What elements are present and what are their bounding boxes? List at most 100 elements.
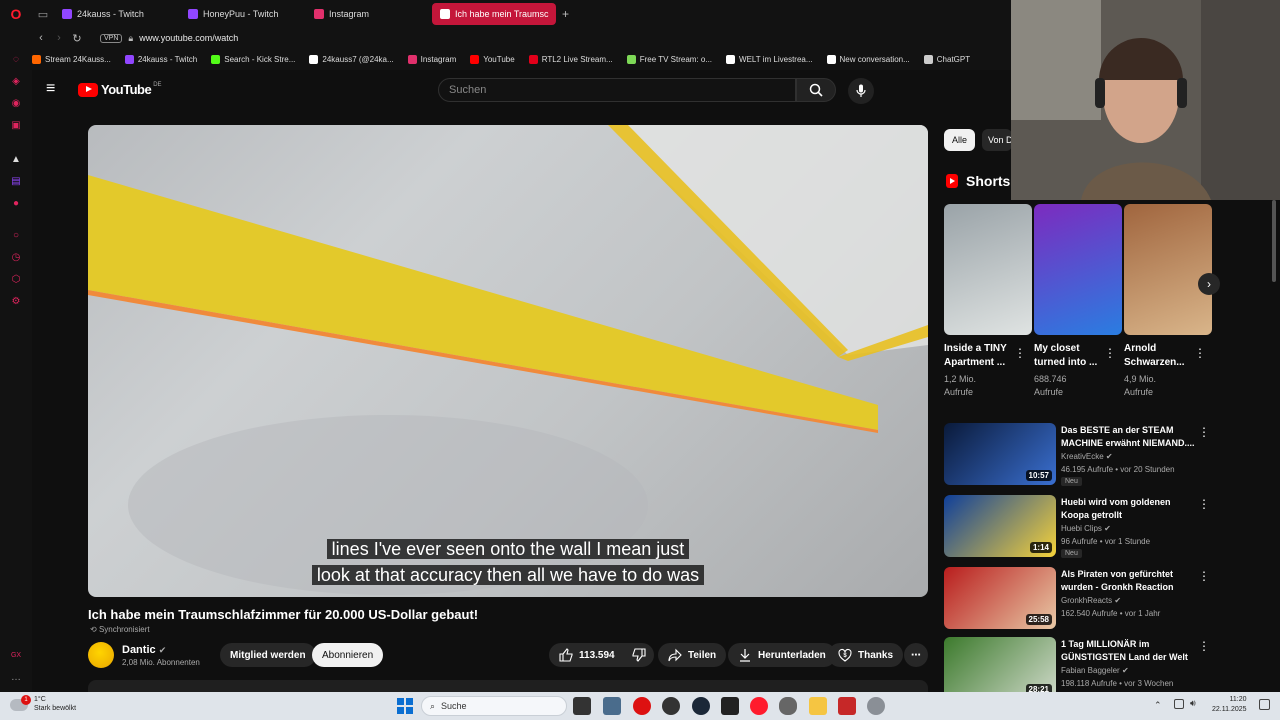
- join-member-button[interactable]: Mitglied werden: [220, 643, 316, 667]
- video-title: Ich habe mein Traumschlafzimmer für 20.0…: [88, 607, 479, 622]
- twitch-sidebar-icon[interactable]: ▤: [10, 176, 22, 188]
- player-icon[interactable]: ○: [10, 230, 22, 242]
- aria-icon[interactable]: ◌: [10, 54, 22, 66]
- bookmark-item[interactable]: Instagram: [407, 54, 456, 64]
- tab-24kauss-twitch[interactable]: 24kauss - Twitch: [54, 3, 178, 25]
- new-tab-icon[interactable]: +: [562, 7, 569, 21]
- settings-icon[interactable]: ⚙: [10, 296, 22, 308]
- recommended-video[interactable]: 1:14 Huebi wird vom goldenen Koopa getrol…: [944, 495, 1214, 558]
- start-button[interactable]: [397, 698, 413, 714]
- notification-center-icon[interactable]: [1259, 699, 1270, 710]
- lock-icon[interactable]: 🔒︎: [128, 33, 133, 44]
- reload-icon[interactable]: ↻: [68, 32, 86, 45]
- kick-icon[interactable]: ▲: [10, 154, 22, 166]
- subscribe-button[interactable]: Abonnieren: [312, 643, 384, 667]
- forward-icon[interactable]: ›: [50, 32, 68, 44]
- steam-icon[interactable]: [692, 697, 710, 715]
- mouse-app-icon[interactable]: [779, 697, 797, 715]
- voice-search-button[interactable]: [848, 78, 874, 104]
- video-title[interactable]: Huebi wird vom goldenen Koopa getrollt: [1061, 496, 1196, 522]
- url-field[interactable]: www.youtube.com/watch: [139, 33, 238, 43]
- extensions-icon[interactable]: ⬡: [10, 274, 22, 286]
- description-box[interactable]: [88, 680, 928, 692]
- tab-youtube-active[interactable]: Ich habe mein Traumsc: [432, 3, 556, 25]
- bookmark-item[interactable]: 24kauss7 (@24ka...: [309, 54, 394, 64]
- system-clock[interactable]: 11:20 22.11.2025: [1212, 695, 1247, 715]
- short-item[interactable]: My closet turned into ... 688.746 Aufrufe…: [1034, 204, 1122, 399]
- bookmark-item[interactable]: 24kauss - Twitch: [124, 54, 197, 64]
- more-actions-button[interactable]: ⋯: [904, 643, 928, 667]
- recommended-video[interactable]: 10:57 Das BESTE an der STEAM MACHINE erwä…: [944, 423, 1214, 486]
- video-menu-icon[interactable]: ⋮: [1198, 497, 1210, 511]
- bookmark-item[interactable]: New conversation...: [826, 54, 910, 64]
- history-icon[interactable]: ◷: [10, 252, 22, 264]
- search-button[interactable]: [796, 78, 836, 102]
- opera-logo-icon[interactable]: O: [0, 0, 32, 28]
- taskbar-search[interactable]: ⌕ Suche: [421, 696, 567, 716]
- short-item[interactable]: Inside a TINY Apartment ... 1,2 Mio. Aufr…: [944, 204, 1032, 399]
- network-icon[interactable]: [1174, 699, 1184, 709]
- hamburger-menu-icon[interactable]: ≡: [46, 81, 62, 97]
- short-thumbnail[interactable]: [944, 204, 1032, 335]
- page-scrollbar[interactable]: [1272, 200, 1276, 282]
- channel-name[interactable]: Dantic ✔: [122, 644, 166, 656]
- m-icon[interactable]: ▣: [10, 120, 22, 132]
- weather-widget[interactable]: 1 1°C Stark bewölkt: [8, 695, 76, 713]
- gx-icon[interactable]: GX: [10, 650, 22, 662]
- video-player[interactable]: lines I've ever seen onto the wall I mea…: [88, 125, 928, 597]
- messenger-icon[interactable]: ◉: [10, 98, 22, 110]
- task-view-icon[interactable]: [573, 697, 591, 715]
- tab-honeypuu-twitch[interactable]: HoneyPuu - Twitch: [180, 3, 304, 25]
- bookmark-item[interactable]: YouTube: [470, 54, 515, 64]
- short-thumbnail[interactable]: [1034, 204, 1122, 335]
- calculator-icon[interactable]: [603, 697, 621, 715]
- short-menu-icon[interactable]: ⋮: [1104, 346, 1116, 360]
- short-menu-icon[interactable]: ⋮: [1014, 346, 1026, 360]
- tab-instagram[interactable]: Instagram: [306, 3, 430, 25]
- search-input[interactable]: [449, 84, 795, 96]
- short-menu-icon[interactable]: ⋮: [1194, 346, 1206, 360]
- bookmark-item[interactable]: ChatGPT: [923, 54, 970, 64]
- sidebar-app-icon[interactable]: ●: [10, 198, 22, 210]
- chip-from-channel[interactable]: Von Dantic: [982, 129, 1012, 151]
- short-item[interactable]: Arnold Schwarzen... 4,9 Mio. Aufrufe ⋮: [1124, 204, 1212, 399]
- vpn-badge[interactable]: VPN: [100, 33, 123, 43]
- video-menu-icon[interactable]: ⋮: [1198, 425, 1210, 439]
- youtube-logo[interactable]: YouTube DE: [78, 82, 162, 97]
- settings-app-icon[interactable]: [867, 697, 885, 715]
- video-menu-icon[interactable]: ⋮: [1198, 639, 1210, 653]
- chip-all[interactable]: Alle: [944, 129, 976, 151]
- streamlabs-icon[interactable]: [838, 697, 856, 715]
- share-button[interactable]: Teilen: [658, 643, 727, 667]
- like-button[interactable]: 113.594: [549, 643, 629, 667]
- video-title[interactable]: Das BESTE an der STEAM MACHINE erwähnt N…: [1061, 424, 1196, 450]
- bookmark-item[interactable]: RTL2 Live Stream...: [528, 54, 613, 64]
- video-menu-icon[interactable]: ⋮: [1198, 569, 1210, 583]
- epic-games-icon[interactable]: [721, 697, 739, 715]
- video-title[interactable]: Als Piraten von gefürchtet wurden - Gron…: [1061, 568, 1196, 594]
- shorts-next-button[interactable]: ›: [1198, 273, 1220, 295]
- volume-icon[interactable]: 🔊︎: [1190, 698, 1196, 709]
- dislike-button[interactable]: [624, 643, 654, 667]
- recommended-video[interactable]: 28:21 1 Tag MILLIONÄR im GÜNSTIGSTEN Land…: [944, 637, 1214, 699]
- bookmark-item[interactable]: WELT im Livestrea...: [726, 54, 813, 64]
- channel-avatar[interactable]: [88, 642, 114, 668]
- bookmark-item[interactable]: Search - Kick Stre...: [211, 54, 295, 64]
- opera-icon[interactable]: [750, 697, 768, 715]
- bookmark-item[interactable]: Free TV Stream: o...: [626, 54, 712, 64]
- tray-chevron-icon[interactable]: ⌃: [1154, 700, 1162, 711]
- tab-overview-icon[interactable]: ▭: [32, 0, 54, 28]
- opera-gx-icon[interactable]: [633, 697, 651, 715]
- bookmark-item[interactable]: Stream 24Kauss...: [32, 54, 111, 64]
- more-icon[interactable]: …: [10, 672, 22, 684]
- video-title[interactable]: 1 Tag MILLIONÄR im GÜNSTIGSTEN Land der …: [1061, 638, 1196, 664]
- file-explorer-icon[interactable]: [809, 697, 827, 715]
- thanks-button[interactable]: $ Thanks: [828, 643, 904, 667]
- ai-icon[interactable]: ◈: [10, 76, 22, 88]
- obs-icon[interactable]: [662, 697, 680, 715]
- download-button[interactable]: Herunterladen: [728, 643, 836, 667]
- back-icon[interactable]: ‹: [32, 32, 50, 44]
- short-thumbnail[interactable]: [1124, 204, 1212, 335]
- recommended-video[interactable]: 25:58 Als Piraten von gefürchtet wurden -…: [944, 567, 1214, 629]
- video-meta: 198.118 Aufrufe • vor 3 Wochen: [1061, 679, 1174, 688]
